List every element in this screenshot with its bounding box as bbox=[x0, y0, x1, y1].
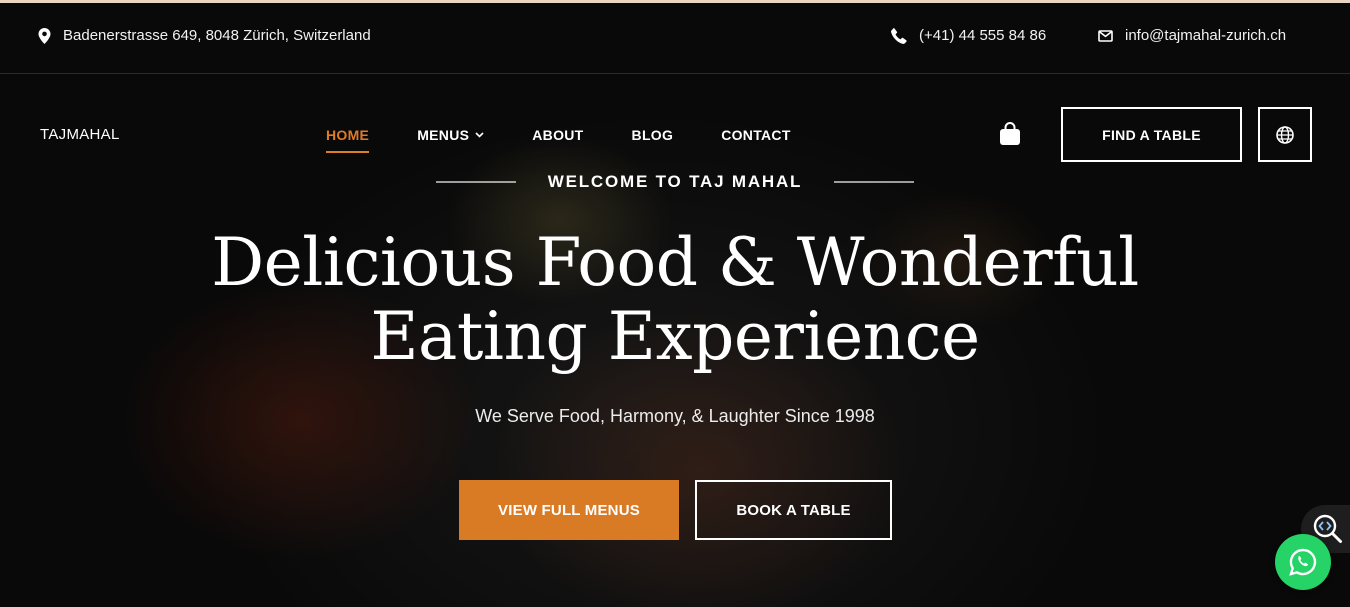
phone-icon bbox=[891, 27, 907, 44]
envelope-icon bbox=[1098, 29, 1113, 42]
shopping-bag-icon[interactable] bbox=[999, 122, 1021, 151]
hero-tagline: We Serve Food, Harmony, & Laughter Since… bbox=[475, 406, 875, 426]
divider-line-right bbox=[834, 181, 915, 183]
nav-item-menus[interactable]: MENUS bbox=[417, 127, 484, 143]
nav-item-home[interactable]: HOME bbox=[326, 127, 370, 153]
address-info: Badenerstrasse 649, 8048 Zürich, Switzer… bbox=[38, 27, 371, 44]
nav-item-contact[interactable]: CONTACT bbox=[721, 127, 791, 143]
language-button[interactable] bbox=[1258, 107, 1312, 162]
nav-item-about[interactable]: ABOUT bbox=[532, 127, 583, 143]
chevron-down-icon bbox=[475, 132, 484, 138]
welcome-subtitle: WELCOME TO TAJ MAHAL bbox=[547, 172, 803, 191]
view-full-menus-button[interactable]: VIEW FULL MENUS bbox=[459, 480, 679, 540]
nav-item-menus-label: MENUS bbox=[417, 127, 470, 143]
phone-info[interactable]: (+41) 44 555 84 86 bbox=[891, 27, 1046, 44]
welcome-row: WELCOME TO TAJ MAHAL bbox=[0, 172, 1350, 192]
hero-headline: Delicious Food & Wonderful Eating Experi… bbox=[0, 226, 1350, 374]
location-pin-icon bbox=[38, 27, 51, 44]
phone-text: (+41) 44 555 84 86 bbox=[919, 27, 1047, 44]
whatsapp-chat-button[interactable] bbox=[1275, 534, 1331, 590]
site-logo[interactable]: TAJMAHAL bbox=[40, 126, 120, 143]
headline-line-1: Delicious Food & Wonderful bbox=[211, 224, 1139, 301]
email-text: info@tajmahal-zurich.ch bbox=[1125, 27, 1287, 44]
whatsapp-icon bbox=[1289, 548, 1317, 576]
nav-item-blog[interactable]: BLOG bbox=[632, 127, 674, 143]
top-info-bar: Badenerstrasse 649, 8048 Zürich, Switzer… bbox=[0, 3, 1350, 74]
nav-menu: HOME MENUS ABOUT BLOG CONTACT bbox=[326, 127, 839, 153]
book-a-table-button[interactable]: BOOK A TABLE bbox=[695, 480, 892, 540]
email-info[interactable]: info@tajmahal-zurich.ch bbox=[1098, 27, 1286, 44]
address-text: Badenerstrasse 649, 8048 Zürich, Switzer… bbox=[63, 27, 371, 44]
main-nav: TAJMAHAL HOME MENUS ABOUT BLOG CONTACT F… bbox=[0, 74, 1350, 174]
headline-line-2: Eating Experience bbox=[370, 298, 980, 375]
find-a-table-button[interactable]: FIND A TABLE bbox=[1061, 107, 1242, 162]
divider-line-left bbox=[435, 181, 516, 183]
globe-icon bbox=[1276, 125, 1294, 144]
